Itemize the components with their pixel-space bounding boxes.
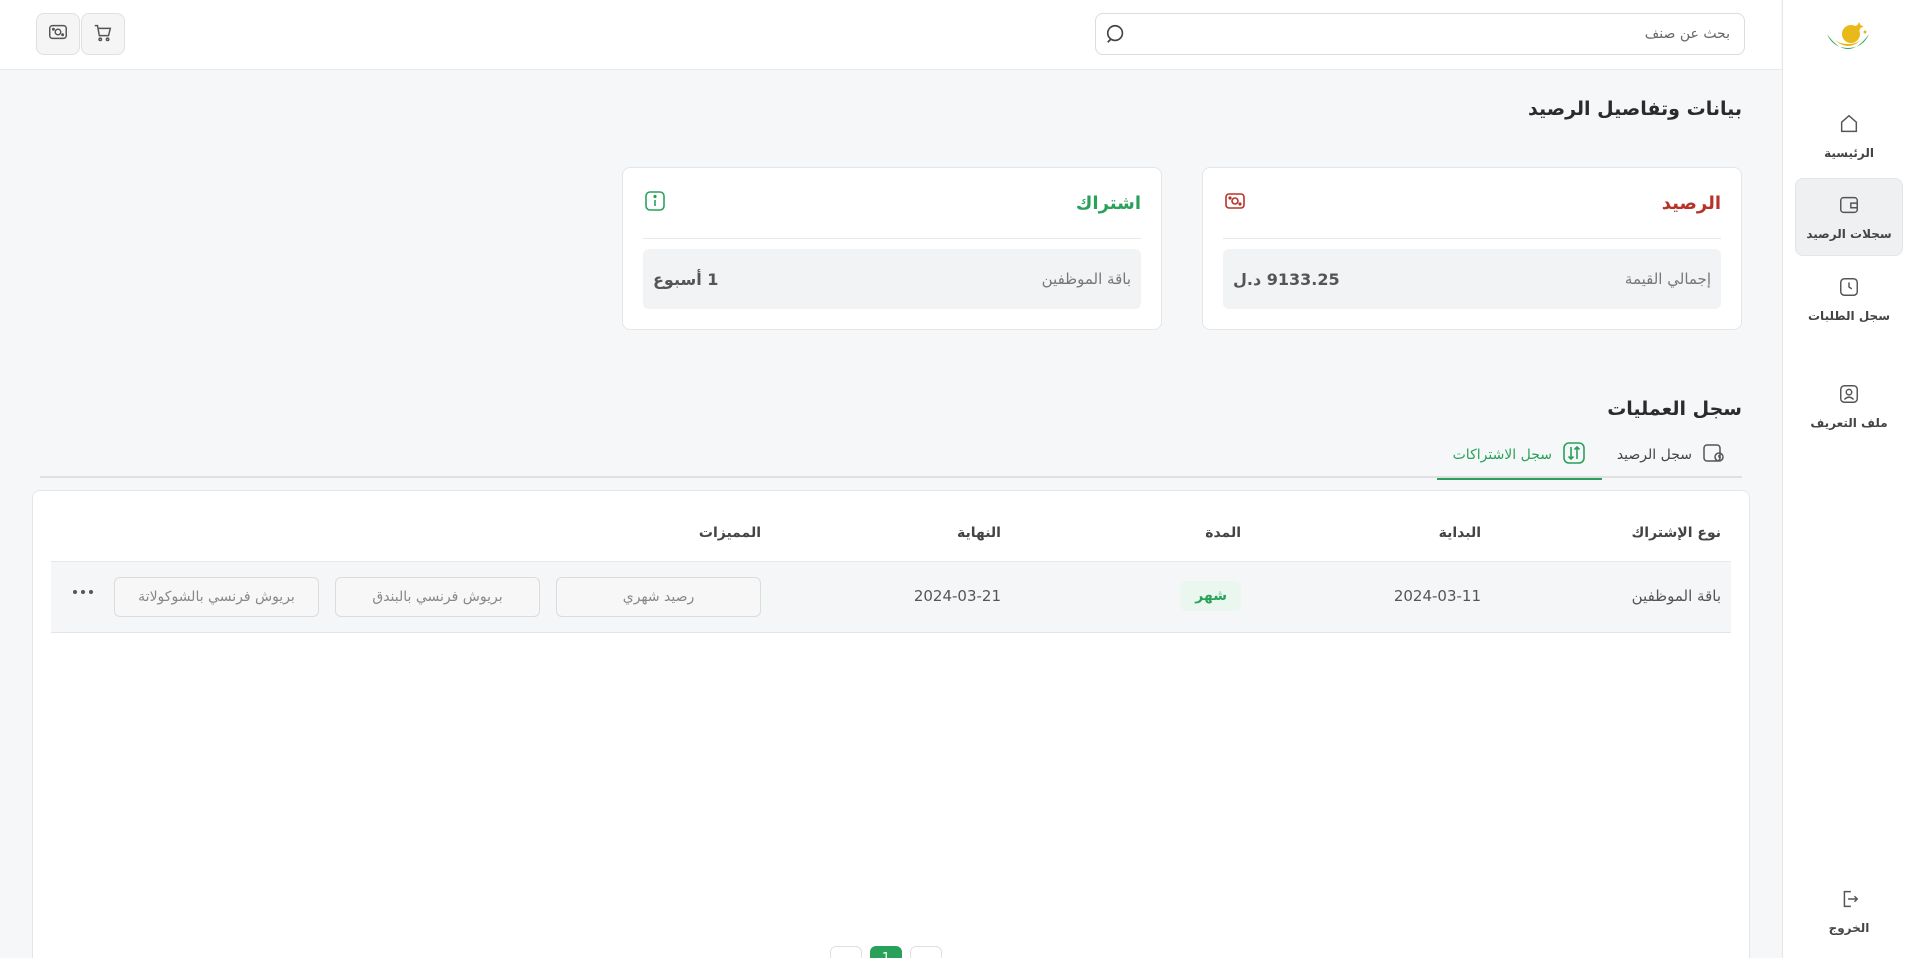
subscription-card: اشتراك باقة الموظفين 1 أسبوع bbox=[622, 167, 1162, 330]
sidebar-item-profile[interactable]: ملف التعريف bbox=[1795, 367, 1903, 445]
logout-icon bbox=[1837, 887, 1861, 911]
pagination-page-1[interactable]: 1 bbox=[870, 946, 902, 958]
money-icon bbox=[1223, 189, 1247, 217]
column-header-duration: المدة bbox=[1205, 525, 1241, 541]
subscription-card-header: اشتراك bbox=[643, 168, 1141, 239]
search-box bbox=[1095, 13, 1745, 55]
operations-tabs: سجل الرصيد سجل الاشتراكات bbox=[40, 432, 1742, 480]
wallet-icon bbox=[1837, 193, 1861, 217]
tab-label: سجل الاشتراكات bbox=[1452, 447, 1552, 463]
subscription-value: 1 أسبوع bbox=[653, 269, 719, 289]
search-input[interactable] bbox=[1136, 14, 1744, 54]
topbar bbox=[0, 0, 1781, 70]
sidebar-item-balance-records[interactable]: سجلات الرصيد bbox=[1795, 178, 1903, 256]
subscription-card-title: اشتراك bbox=[1075, 192, 1141, 214]
column-header-start: البداية bbox=[1438, 525, 1481, 541]
tab-balance-log[interactable]: سجل الرصيد bbox=[1601, 432, 1742, 478]
user-icon bbox=[1837, 382, 1861, 406]
duration-badge: شهر bbox=[1181, 581, 1241, 611]
wallet-button[interactable] bbox=[36, 13, 80, 55]
sidebar-item-label: ملف التعريف bbox=[1810, 416, 1888, 430]
cell-end: 2024-03-21 bbox=[913, 587, 1001, 605]
balance-card-header: الرصيد bbox=[1223, 168, 1721, 239]
search-icon[interactable] bbox=[1096, 14, 1136, 54]
feature-chip: بريوش فرنسي بالشوكولاتة bbox=[114, 577, 319, 617]
tab-label: سجل الرصيد bbox=[1616, 447, 1692, 463]
subscription-card-row: باقة الموظفين 1 أسبوع bbox=[643, 249, 1141, 309]
balance-value: 9133.25 د.ل bbox=[1233, 269, 1340, 289]
sidebar-item-home[interactable]: الرئيسية bbox=[1795, 97, 1903, 175]
more-options-icon[interactable] bbox=[71, 580, 95, 604]
table-header: نوع الإشتراك البداية المدة النهاية الممي… bbox=[51, 491, 1731, 562]
sidebar-item-orders[interactable]: سجل الطلبات bbox=[1795, 260, 1903, 338]
cell-type: باقة الموظفين bbox=[1631, 587, 1721, 605]
sort-icon bbox=[1562, 441, 1586, 469]
column-header-features: المميزات bbox=[698, 525, 761, 541]
pagination-prev-button[interactable] bbox=[830, 946, 862, 958]
home-icon bbox=[1837, 112, 1861, 136]
sidebar-item-label: سجل الطلبات bbox=[1808, 309, 1891, 323]
balance-card-row: إجمالي القيمة 9133.25 د.ل bbox=[1223, 249, 1721, 309]
cart-button[interactable] bbox=[81, 13, 125, 55]
sidebar: الرئيسية سجلات الرصيد سجل الطلبات ملف ال… bbox=[1782, 0, 1912, 958]
subscriptions-table: نوع الإشتراك البداية المدة النهاية الممي… bbox=[32, 490, 1750, 958]
feature-chip: بريوش فرنسي بالبندق bbox=[335, 577, 540, 617]
operations-title: سجل العمليات bbox=[1607, 398, 1742, 420]
sidebar-item-label: الرئيسية bbox=[1824, 146, 1874, 160]
money-icon bbox=[47, 21, 69, 47]
balance-card-title: الرصيد bbox=[1661, 192, 1721, 214]
balance-card: الرصيد إجمالي القيمة 9133.25 د.ل bbox=[1202, 167, 1742, 330]
cell-start: 2024-03-11 bbox=[1393, 587, 1481, 605]
sidebar-item-label: سجلات الرصيد bbox=[1806, 227, 1892, 241]
clock-icon bbox=[1837, 275, 1861, 299]
page-title: بيانات وتفاصيل الرصيد bbox=[1527, 98, 1742, 120]
logout-label: الخروج bbox=[1828, 921, 1870, 935]
column-header-end: النهاية bbox=[956, 525, 1001, 541]
logout-button[interactable]: الخروج bbox=[1795, 872, 1903, 950]
pagination-next-button[interactable] bbox=[910, 946, 942, 958]
logo bbox=[1823, 16, 1873, 62]
info-icon bbox=[643, 189, 667, 217]
tab-subscriptions-log[interactable]: سجل الاشتراكات bbox=[1436, 432, 1602, 480]
balance-label: إجمالي القيمة bbox=[1624, 270, 1711, 288]
subscription-label: باقة الموظفين bbox=[1041, 270, 1131, 288]
column-header-type: نوع الإشتراك bbox=[1631, 525, 1721, 541]
table-row[interactable]: باقة الموظفين 2024-03-11 شهر 2024-03-21 … bbox=[51, 562, 1731, 633]
feature-chip: رصيد شهري bbox=[556, 577, 761, 617]
cart-icon bbox=[92, 21, 114, 47]
wallet-history-icon bbox=[1702, 441, 1726, 469]
